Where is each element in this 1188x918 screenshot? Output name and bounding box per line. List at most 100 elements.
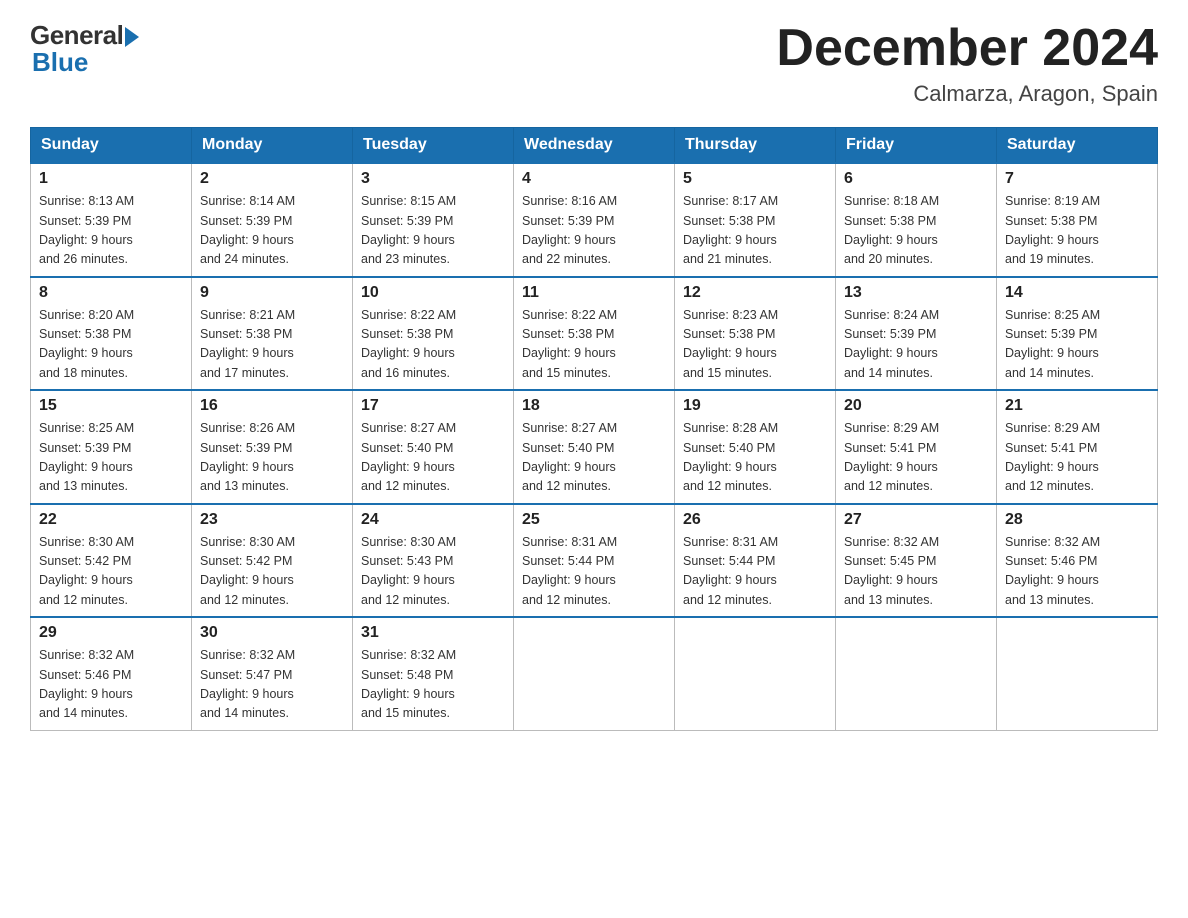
day-number: 7 — [1005, 170, 1149, 188]
day-info: Sunrise: 8:28 AMSunset: 5:40 PMDaylight:… — [683, 419, 827, 497]
day-number: 26 — [683, 511, 827, 529]
calendar-cell: 8 Sunrise: 8:20 AMSunset: 5:38 PMDaylight… — [31, 277, 192, 391]
calendar-cell: 30 Sunrise: 8:32 AMSunset: 5:47 PMDayligh… — [192, 617, 353, 730]
day-info: Sunrise: 8:25 AMSunset: 5:39 PMDaylight:… — [1005, 306, 1149, 384]
calendar-cell: 2Sunrise: 8:14 AMSunset: 5:39 PMDaylight… — [192, 163, 353, 277]
day-number: 24 — [361, 511, 505, 529]
week-row-5: 29 Sunrise: 8:32 AMSunset: 5:46 PMDayligh… — [31, 617, 1158, 730]
calendar-cell: 3 Sunrise: 8:15 AMSunset: 5:39 PMDaylight… — [353, 163, 514, 277]
day-info: Sunrise: 8:25 AMSunset: 5:39 PMDaylight:… — [39, 419, 183, 497]
day-number: 20 — [844, 397, 988, 415]
day-info: Sunrise: 8:30 AMSunset: 5:42 PMDaylight:… — [200, 533, 344, 611]
calendar-cell: 10Sunrise: 8:22 AMSunset: 5:38 PMDayligh… — [353, 277, 514, 391]
day-number: 5 — [683, 170, 827, 188]
calendar-table: SundayMondayTuesdayWednesdayThursdayFrid… — [30, 127, 1158, 731]
calendar-cell: 15 Sunrise: 8:25 AMSunset: 5:39 PMDayligh… — [31, 390, 192, 504]
calendar-cell — [514, 617, 675, 730]
calendar-cell: 20 Sunrise: 8:29 AMSunset: 5:41 PMDayligh… — [836, 390, 997, 504]
day-number: 11 — [522, 284, 666, 302]
page-header: General Blue December 2024 Calmarza, Ara… — [30, 20, 1158, 107]
day-number: 14 — [1005, 284, 1149, 302]
day-info: Sunrise: 8:27 AMSunset: 5:40 PMDaylight:… — [361, 419, 505, 497]
calendar-header-saturday: Saturday — [997, 128, 1158, 164]
day-number: 28 — [1005, 511, 1149, 529]
day-info: Sunrise: 8:19 AMSunset: 5:38 PMDaylight:… — [1005, 192, 1149, 270]
calendar-header-row: SundayMondayTuesdayWednesdayThursdayFrid… — [31, 128, 1158, 164]
calendar-cell: 11 Sunrise: 8:22 AMSunset: 5:38 PMDayligh… — [514, 277, 675, 391]
day-info: Sunrise: 8:26 AMSunset: 5:39 PMDaylight:… — [200, 419, 344, 497]
day-info: Sunrise: 8:27 AMSunset: 5:40 PMDaylight:… — [522, 419, 666, 497]
calendar-header-thursday: Thursday — [675, 128, 836, 164]
day-info: Sunrise: 8:22 AMSunset: 5:38 PMDaylight:… — [522, 306, 666, 384]
day-number: 25 — [522, 511, 666, 529]
day-info: Sunrise: 8:23 AMSunset: 5:38 PMDaylight:… — [683, 306, 827, 384]
calendar-cell: 17 Sunrise: 8:27 AMSunset: 5:40 PMDayligh… — [353, 390, 514, 504]
day-number: 29 — [39, 624, 183, 642]
week-row-4: 22 Sunrise: 8:30 AMSunset: 5:42 PMDayligh… — [31, 504, 1158, 618]
day-number: 13 — [844, 284, 988, 302]
calendar-cell: 27Sunrise: 8:32 AMSunset: 5:45 PMDayligh… — [836, 504, 997, 618]
calendar-cell: 24 Sunrise: 8:30 AMSunset: 5:43 PMDayligh… — [353, 504, 514, 618]
day-number: 31 — [361, 624, 505, 642]
calendar-cell: 6Sunrise: 8:18 AMSunset: 5:38 PMDaylight… — [836, 163, 997, 277]
day-info: Sunrise: 8:24 AMSunset: 5:39 PMDaylight:… — [844, 306, 988, 384]
day-number: 22 — [39, 511, 183, 529]
day-info: Sunrise: 8:30 AMSunset: 5:42 PMDaylight:… — [39, 533, 183, 611]
calendar-cell: 14 Sunrise: 8:25 AMSunset: 5:39 PMDayligh… — [997, 277, 1158, 391]
calendar-cell: 31 Sunrise: 8:32 AMSunset: 5:48 PMDayligh… — [353, 617, 514, 730]
calendar-cell: 4 Sunrise: 8:16 AMSunset: 5:39 PMDaylight… — [514, 163, 675, 277]
day-info: Sunrise: 8:30 AMSunset: 5:43 PMDaylight:… — [361, 533, 505, 611]
location-text: Calmarza, Aragon, Spain — [776, 81, 1158, 107]
day-info: Sunrise: 8:29 AMSunset: 5:41 PMDaylight:… — [844, 419, 988, 497]
day-info: Sunrise: 8:15 AMSunset: 5:39 PMDaylight:… — [361, 192, 505, 270]
day-info: Sunrise: 8:32 AMSunset: 5:45 PMDaylight:… — [844, 533, 988, 611]
day-number: 1 — [39, 170, 183, 188]
day-info: Sunrise: 8:32 AMSunset: 5:47 PMDaylight:… — [200, 646, 344, 724]
week-row-1: 1 Sunrise: 8:13 AMSunset: 5:39 PMDaylight… — [31, 163, 1158, 277]
day-info: Sunrise: 8:29 AMSunset: 5:41 PMDaylight:… — [1005, 419, 1149, 497]
calendar-cell: 13 Sunrise: 8:24 AMSunset: 5:39 PMDayligh… — [836, 277, 997, 391]
month-title: December 2024 — [776, 20, 1158, 77]
week-row-2: 8 Sunrise: 8:20 AMSunset: 5:38 PMDaylight… — [31, 277, 1158, 391]
calendar-cell: 29 Sunrise: 8:32 AMSunset: 5:46 PMDayligh… — [31, 617, 192, 730]
day-info: Sunrise: 8:31 AMSunset: 5:44 PMDaylight:… — [522, 533, 666, 611]
calendar-cell: 12 Sunrise: 8:23 AMSunset: 5:38 PMDayligh… — [675, 277, 836, 391]
day-number: 30 — [200, 624, 344, 642]
day-info: Sunrise: 8:32 AMSunset: 5:48 PMDaylight:… — [361, 646, 505, 724]
day-number: 2 — [200, 170, 344, 188]
calendar-cell: 26Sunrise: 8:31 AMSunset: 5:44 PMDayligh… — [675, 504, 836, 618]
calendar-cell: 28 Sunrise: 8:32 AMSunset: 5:46 PMDayligh… — [997, 504, 1158, 618]
calendar-header-tuesday: Tuesday — [353, 128, 514, 164]
day-number: 3 — [361, 170, 505, 188]
day-number: 10 — [361, 284, 505, 302]
day-info: Sunrise: 8:13 AMSunset: 5:39 PMDaylight:… — [39, 192, 183, 270]
day-info: Sunrise: 8:17 AMSunset: 5:38 PMDaylight:… — [683, 192, 827, 270]
calendar-cell — [675, 617, 836, 730]
day-number: 16 — [200, 397, 344, 415]
day-number: 15 — [39, 397, 183, 415]
day-number: 12 — [683, 284, 827, 302]
calendar-header-sunday: Sunday — [31, 128, 192, 164]
calendar-cell: 7 Sunrise: 8:19 AMSunset: 5:38 PMDaylight… — [997, 163, 1158, 277]
logo: General Blue — [30, 20, 139, 78]
calendar-cell: 5 Sunrise: 8:17 AMSunset: 5:38 PMDaylight… — [675, 163, 836, 277]
calendar-cell: 1 Sunrise: 8:13 AMSunset: 5:39 PMDaylight… — [31, 163, 192, 277]
day-number: 19 — [683, 397, 827, 415]
day-number: 21 — [1005, 397, 1149, 415]
title-block: December 2024 Calmarza, Aragon, Spain — [776, 20, 1158, 107]
calendar-cell: 16 Sunrise: 8:26 AMSunset: 5:39 PMDayligh… — [192, 390, 353, 504]
day-number: 23 — [200, 511, 344, 529]
day-number: 9 — [200, 284, 344, 302]
calendar-cell: 9Sunrise: 8:21 AMSunset: 5:38 PMDaylight… — [192, 277, 353, 391]
day-number: 4 — [522, 170, 666, 188]
day-info: Sunrise: 8:32 AMSunset: 5:46 PMDaylight:… — [39, 646, 183, 724]
calendar-header-wednesday: Wednesday — [514, 128, 675, 164]
day-info: Sunrise: 8:16 AMSunset: 5:39 PMDaylight:… — [522, 192, 666, 270]
day-info: Sunrise: 8:20 AMSunset: 5:38 PMDaylight:… — [39, 306, 183, 384]
day-number: 17 — [361, 397, 505, 415]
calendar-cell — [836, 617, 997, 730]
day-info: Sunrise: 8:32 AMSunset: 5:46 PMDaylight:… — [1005, 533, 1149, 611]
day-number: 8 — [39, 284, 183, 302]
day-info: Sunrise: 8:18 AMSunset: 5:38 PMDaylight:… — [844, 192, 988, 270]
week-row-3: 15 Sunrise: 8:25 AMSunset: 5:39 PMDayligh… — [31, 390, 1158, 504]
